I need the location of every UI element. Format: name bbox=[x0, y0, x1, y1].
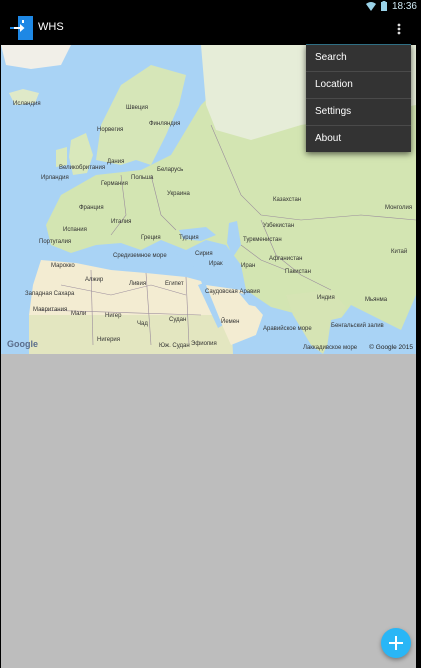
map-label: Швеция bbox=[126, 105, 148, 111]
map-label: Западная Сахара bbox=[25, 291, 75, 297]
map-label: Лаккадивское море bbox=[303, 345, 358, 351]
map-label: Германия bbox=[101, 181, 128, 187]
map-label: Ирак bbox=[209, 261, 223, 267]
map-label: Марокко bbox=[51, 263, 75, 269]
map-label: Финляндия bbox=[149, 121, 180, 127]
menu-item-location[interactable]: Location bbox=[306, 72, 411, 99]
map-label: Греция bbox=[141, 235, 161, 241]
map-label: Аравийское море bbox=[263, 325, 312, 332]
map-label: Мали bbox=[71, 311, 86, 317]
map-label: Йемен bbox=[221, 317, 239, 325]
map-label: Беларусь bbox=[157, 167, 183, 173]
overflow-menu-icon[interactable] bbox=[392, 20, 406, 38]
map-label: Саудовская Аравия bbox=[205, 289, 260, 295]
map-label: Норвегия bbox=[97, 127, 123, 133]
map-label: Казахстан bbox=[273, 197, 301, 203]
map-label: Дания bbox=[107, 159, 124, 165]
map-label: Афганистан bbox=[269, 256, 302, 262]
wifi-icon bbox=[365, 1, 376, 11]
battery-icon bbox=[380, 1, 387, 11]
map-label: Туркменистан bbox=[243, 237, 282, 243]
map-label: Иран bbox=[241, 263, 255, 269]
menu-item-search[interactable]: Search bbox=[306, 45, 411, 72]
map-label: Нигерия bbox=[97, 337, 120, 343]
map-label: Эфиопия bbox=[191, 341, 217, 347]
map-label: Индия bbox=[317, 295, 335, 301]
map-copyright: © Google 2015 bbox=[369, 344, 413, 351]
map-label: Франция bbox=[79, 205, 104, 211]
map-label: Китай bbox=[391, 248, 407, 255]
map-label: Сирия bbox=[195, 251, 213, 257]
plus-icon bbox=[389, 636, 403, 650]
app-logo-icon[interactable] bbox=[10, 16, 33, 40]
map-label: Великобритания bbox=[59, 165, 105, 171]
map-label: Мьянма bbox=[365, 297, 388, 303]
status-time: 18:36 bbox=[391, 0, 417, 12]
map-label: Средиземное море bbox=[113, 253, 167, 259]
map-label: Бенгальский залив bbox=[331, 322, 384, 329]
add-fab-button[interactable] bbox=[381, 628, 411, 658]
map-label: Алжир bbox=[85, 277, 104, 283]
app-title: WHS bbox=[38, 21, 64, 33]
map-label: Египет bbox=[165, 281, 184, 287]
map-label: Монголия bbox=[385, 205, 412, 211]
map-label: Юж. Судан bbox=[159, 343, 190, 349]
map-label: Турция bbox=[179, 235, 199, 241]
map-label: Португалия bbox=[39, 239, 71, 245]
map-label: Судан bbox=[169, 317, 186, 323]
map-label: Узбекистан bbox=[263, 223, 294, 229]
map-label: Ирландия bbox=[41, 175, 69, 181]
map-label: Ливия bbox=[129, 281, 146, 287]
map-label: Испания bbox=[63, 227, 87, 233]
status-bar: 18:36 bbox=[0, 0, 421, 12]
map-label: Пакистан bbox=[285, 269, 311, 275]
map-label: Мавритания bbox=[33, 307, 67, 313]
map-label: Италия bbox=[111, 219, 131, 225]
google-logo[interactable]: Google bbox=[7, 339, 38, 349]
status-icons: 18:36 bbox=[365, 0, 417, 12]
map-label: Украина bbox=[167, 191, 191, 197]
menu-item-settings[interactable]: Settings bbox=[306, 99, 411, 126]
map-label: Польша bbox=[131, 175, 154, 181]
map-label: Нигер bbox=[105, 313, 122, 319]
screen-edge bbox=[416, 45, 421, 668]
map-label: Исландия bbox=[13, 101, 41, 107]
overflow-dropdown-menu: Search Location Settings About bbox=[306, 44, 411, 152]
menu-item-about[interactable]: About bbox=[306, 126, 411, 152]
map-label: Чад bbox=[137, 321, 148, 327]
action-bar: WHS bbox=[0, 12, 421, 45]
